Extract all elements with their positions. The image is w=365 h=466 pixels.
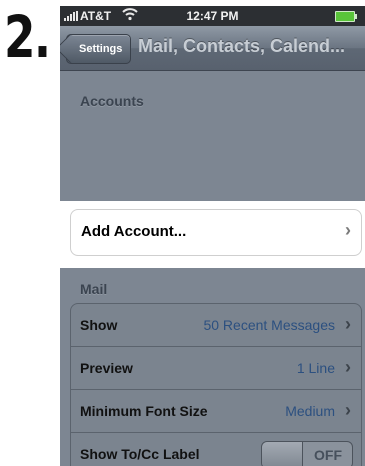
step-number: 2. [4, 3, 51, 71]
show-row[interactable]: Show 50 Recent Messages › [71, 304, 361, 347]
minimum-font-size-row[interactable]: Minimum Font Size Medium › [71, 390, 361, 433]
chevron-right-icon: › [345, 314, 351, 334]
row-label: Preview [80, 360, 133, 376]
accounts-section-header: Accounts [80, 93, 144, 109]
row-value: 50 Recent Messages [203, 317, 335, 333]
chevron-right-icon: › [345, 357, 351, 377]
mail-settings-group: Show 50 Recent Messages › Preview 1 Line… [70, 303, 362, 466]
toggle-state-label: OFF [314, 447, 342, 463]
mail-section-header: Mail [80, 281, 108, 297]
row-label: Show [80, 317, 118, 333]
settings-content: Accounts Mail Show 50 Recent Messages › … [60, 71, 365, 466]
clock: 12:47 PM [186, 9, 239, 23]
show-to-cc-toggle[interactable]: OFF [261, 441, 353, 466]
status-bar: AT&T 12:47 PM [60, 6, 365, 26]
chevron-right-icon: › [345, 220, 351, 240]
row-label: Show To/Cc Label [80, 446, 200, 462]
show-to-cc-label-row: Show To/Cc Label OFF [71, 433, 361, 466]
settings-back-button[interactable]: Settings [66, 34, 132, 64]
row-value: 1 Line [296, 360, 335, 376]
row-value: Medium [285, 403, 335, 419]
chevron-right-icon: › [345, 400, 351, 420]
row-label: Minimum Font Size [80, 403, 208, 419]
navigation-bar: Settings Mail, Contacts, Calend... [60, 26, 365, 71]
preview-row[interactable]: Preview 1 Line › [71, 347, 361, 390]
battery-icon [335, 11, 357, 22]
toggle-thumb [262, 442, 303, 466]
add-account-label: Add Account... [81, 223, 187, 240]
page-title: Mail, Contacts, Calend... [138, 36, 346, 56]
add-account-button[interactable]: Add Account... › [70, 209, 362, 256]
